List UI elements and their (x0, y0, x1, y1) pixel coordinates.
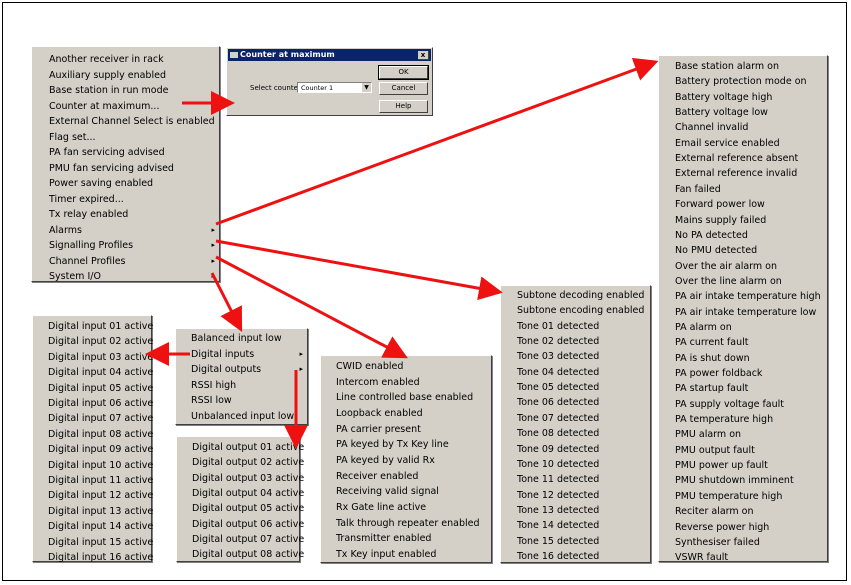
arrow-to-signalling (215, 239, 503, 301)
arrow-to-alarms (215, 57, 659, 226)
arrow-to-channel (215, 255, 408, 359)
annotation-arrows (145, 57, 659, 449)
arrow-to-system-io (210, 272, 243, 333)
